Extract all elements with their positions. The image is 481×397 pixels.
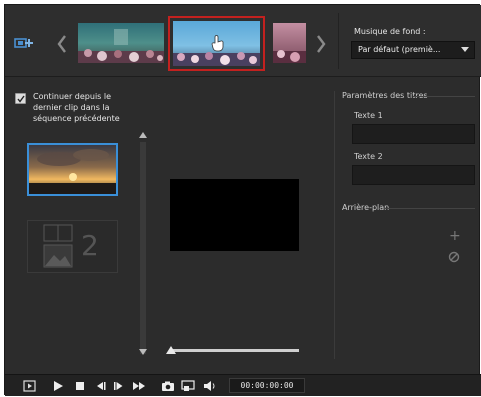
text2-label: Texte 2 — [354, 152, 383, 161]
theme-designer-window: Musique de fond : Par défaut (premiè... … — [4, 4, 481, 396]
template-strip: Musique de fond : Par défaut (premiè... — [5, 5, 481, 77]
text1-input[interactable] — [352, 124, 475, 144]
stop-icon[interactable] — [73, 380, 87, 392]
fast-forward-icon[interactable] — [132, 380, 146, 392]
chevron-left-icon[interactable] — [56, 34, 68, 54]
next-frame-icon[interactable] — [112, 380, 126, 392]
divider — [338, 13, 339, 69]
play-icon[interactable] — [51, 380, 65, 392]
transport-bar: 00:00:00:00 — [5, 374, 481, 396]
music-label: Musique de fond : — [354, 27, 426, 36]
scrub-handle[interactable] — [166, 346, 176, 354]
template-thumbnail-image — [273, 23, 306, 63]
section-rule — [413, 96, 475, 97]
template-thumbnail-image — [173, 21, 260, 66]
checkmark-icon — [17, 95, 25, 103]
scroll-up-arrow-icon[interactable] — [139, 132, 147, 138]
image-placeholder-icon — [43, 224, 73, 268]
template-thumbnail-image — [78, 23, 164, 63]
clip-slot-1[interactable] — [27, 143, 118, 196]
continue-option-label: séquence précédente — [33, 114, 120, 123]
previous-frame-icon[interactable] — [93, 380, 107, 392]
continue-option-label: dernier clip dans la — [33, 103, 110, 112]
snapshot-icon[interactable] — [161, 380, 175, 392]
continue-option-label: Continuer depuis le — [33, 92, 112, 101]
continue-checkbox[interactable] — [15, 93, 26, 104]
scroll-down-arrow-icon[interactable] — [139, 349, 147, 355]
timecode-display: 00:00:00:00 — [229, 378, 305, 393]
chevron-right-icon[interactable] — [315, 34, 327, 54]
play-mode-icon[interactable] — [23, 380, 37, 392]
dropdown-caret-icon — [461, 47, 469, 52]
clip-thumbnail-image — [29, 145, 116, 194]
vertical-scrollbar[interactable] — [140, 142, 146, 354]
clip-slot-2[interactable]: 2 — [27, 220, 118, 273]
background-heading: Arrière-plan — [342, 203, 390, 212]
add-background-icon[interactable]: + — [449, 229, 461, 243]
remove-background-icon[interactable] — [448, 251, 460, 263]
music-dropdown[interactable]: Par défaut (premiè... — [351, 41, 475, 59]
volume-icon[interactable] — [203, 380, 217, 392]
section-rule — [385, 208, 475, 209]
music-dropdown-value: Par défaut (premiè... — [358, 45, 441, 54]
template-thumbnail-selected[interactable] — [173, 21, 260, 66]
preview-window — [170, 179, 299, 251]
add-template-icon[interactable] — [14, 35, 34, 51]
template-thumbnail[interactable] — [273, 23, 306, 63]
template-thumbnail[interactable] — [78, 23, 164, 63]
text2-input[interactable] — [352, 165, 475, 185]
text1-label: Texte 1 — [354, 111, 383, 120]
clip-slot-number: 2 — [81, 229, 99, 262]
fullscreen-icon[interactable] — [181, 380, 195, 392]
divider — [334, 91, 335, 359]
preview-scrub-bar[interactable] — [169, 349, 299, 352]
